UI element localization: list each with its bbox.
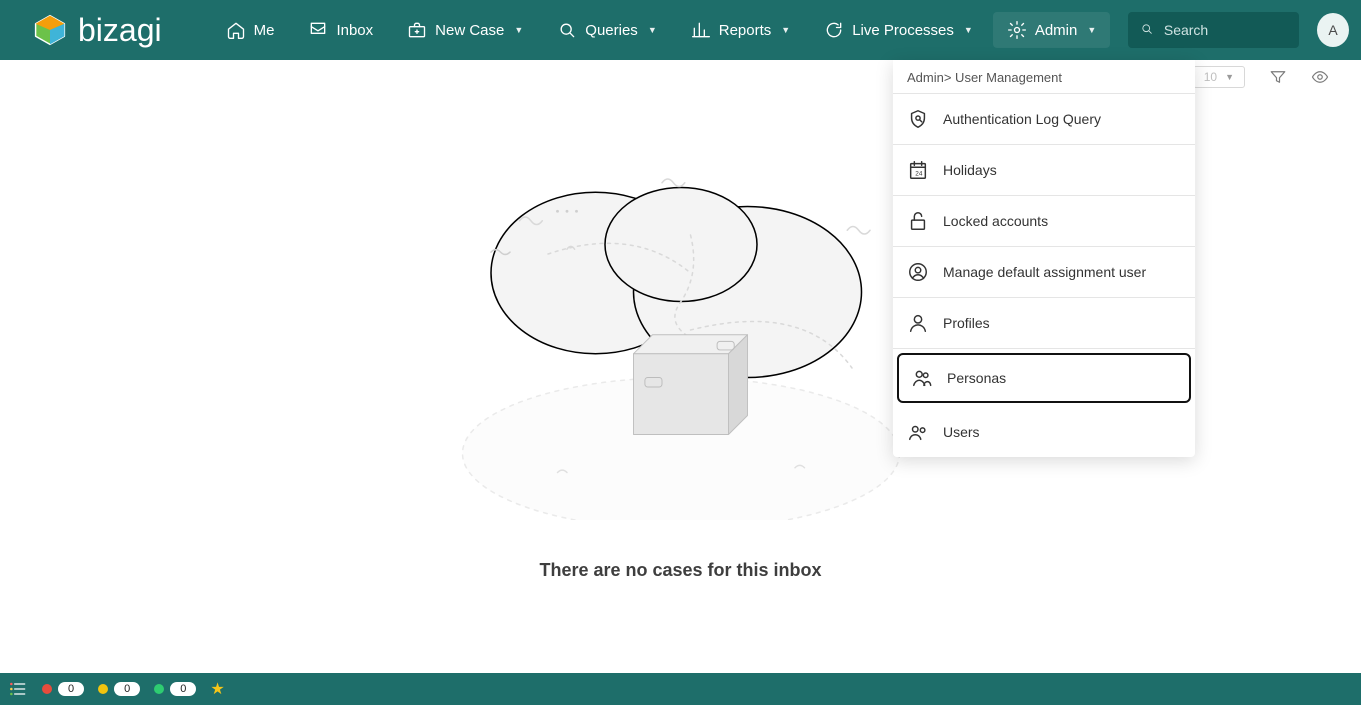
chevron-down-icon: ▼ bbox=[648, 25, 657, 35]
nav-label: Me bbox=[254, 22, 275, 39]
search-box[interactable] bbox=[1128, 12, 1299, 48]
nav-label: Live Processes bbox=[852, 22, 954, 39]
status-green-count: 0 bbox=[170, 682, 196, 696]
home-icon bbox=[226, 20, 246, 40]
nav-admin[interactable]: Admin ▼ bbox=[993, 12, 1110, 48]
admin-item-default-assign[interactable]: Manage default assignment user bbox=[893, 247, 1195, 298]
unlock-icon bbox=[907, 210, 929, 232]
admin-item-users[interactable]: Users bbox=[893, 407, 1195, 457]
main-nav: Me Inbox New Case ▼ Queries ▼ Reports ▼ … bbox=[212, 12, 1111, 48]
gear-icon bbox=[1007, 20, 1027, 40]
nav-label: New Case bbox=[435, 22, 504, 39]
admin-dropdown: Admin> User Management Authentication Lo… bbox=[893, 60, 1195, 457]
status-yellow[interactable]: 0 bbox=[98, 682, 140, 696]
admin-item-label: Personas bbox=[947, 370, 1006, 386]
status-yellow-count: 0 bbox=[114, 682, 140, 696]
inbox-icon bbox=[308, 20, 328, 40]
admin-item-label: Locked accounts bbox=[943, 213, 1048, 229]
nav-label: Inbox bbox=[336, 22, 373, 39]
person-icon bbox=[907, 312, 929, 334]
logo-icon bbox=[32, 12, 68, 48]
chart-icon bbox=[691, 20, 711, 40]
nav-me[interactable]: Me bbox=[212, 12, 289, 48]
eye-icon[interactable] bbox=[1311, 68, 1329, 86]
admin-item-label: Profiles bbox=[943, 315, 990, 331]
admin-item-label: Users bbox=[943, 424, 980, 440]
nav-queries[interactable]: Queries ▼ bbox=[543, 12, 670, 48]
admin-item-personas[interactable]: Personas bbox=[897, 353, 1191, 403]
empty-message: There are no cases for this inbox bbox=[331, 560, 1031, 581]
statusbar: 0 0 0 ★ bbox=[0, 673, 1361, 705]
admin-item-label: Authentication Log Query bbox=[943, 111, 1101, 127]
admin-item-label: Manage default assignment user bbox=[943, 264, 1146, 280]
search-icon bbox=[557, 20, 577, 40]
nav-label: Admin bbox=[1035, 22, 1078, 39]
star-icon[interactable]: ★ bbox=[210, 679, 224, 699]
nav-live-processes[interactable]: Live Processes ▼ bbox=[810, 12, 987, 48]
status-red[interactable]: 0 bbox=[42, 682, 84, 696]
admin-item-holidays[interactable]: 24 Holidays bbox=[893, 145, 1195, 196]
dropdown-breadcrumb: Admin> User Management bbox=[893, 60, 1195, 94]
briefcase-plus-icon bbox=[407, 20, 427, 40]
dot-yellow-icon bbox=[98, 684, 108, 694]
calendar-icon: 24 bbox=[907, 159, 929, 181]
rpp-select[interactable]: 10 ▼ bbox=[1193, 66, 1245, 88]
admin-item-locked[interactable]: Locked accounts bbox=[893, 196, 1195, 247]
logo[interactable]: bizagi bbox=[32, 12, 162, 49]
nav-reports[interactable]: Reports ▼ bbox=[677, 12, 804, 48]
avatar[interactable]: A bbox=[1317, 13, 1349, 47]
rpp-value: 10 bbox=[1204, 70, 1217, 84]
chevron-down-icon: ▼ bbox=[1087, 25, 1096, 35]
users-icon bbox=[907, 421, 929, 443]
status-red-count: 0 bbox=[58, 682, 84, 696]
admin-item-auth-log[interactable]: Authentication Log Query bbox=[893, 94, 1195, 145]
avatar-initial: A bbox=[1328, 22, 1337, 38]
chevron-down-icon: ▼ bbox=[781, 25, 790, 35]
refresh-icon bbox=[824, 20, 844, 40]
topbar: bizagi Me Inbox New Case ▼ Queries ▼ Rep… bbox=[0, 0, 1361, 60]
chevron-down-icon: ▼ bbox=[514, 25, 523, 35]
search-icon bbox=[1140, 22, 1154, 38]
chevron-down-icon: ▼ bbox=[1225, 72, 1234, 82]
user-circle-icon bbox=[907, 261, 929, 283]
nav-new-case[interactable]: New Case ▼ bbox=[393, 12, 537, 48]
dot-red-icon bbox=[42, 684, 52, 694]
search-input[interactable] bbox=[1162, 21, 1287, 39]
people-icon bbox=[911, 367, 933, 389]
nav-label: Queries bbox=[585, 22, 638, 39]
status-green[interactable]: 0 bbox=[154, 682, 196, 696]
nav-inbox[interactable]: Inbox bbox=[294, 12, 387, 48]
shield-search-icon bbox=[907, 108, 929, 130]
nav-label: Reports bbox=[719, 22, 772, 39]
admin-item-label: Holidays bbox=[943, 162, 997, 178]
svg-text:24: 24 bbox=[915, 171, 923, 178]
chevron-down-icon: ▼ bbox=[964, 25, 973, 35]
dot-green-icon bbox=[154, 684, 164, 694]
logo-text: bizagi bbox=[78, 12, 162, 49]
filter-icon[interactable] bbox=[1269, 68, 1287, 86]
list-icon[interactable] bbox=[8, 679, 28, 699]
admin-item-profiles[interactable]: Profiles bbox=[893, 298, 1195, 349]
